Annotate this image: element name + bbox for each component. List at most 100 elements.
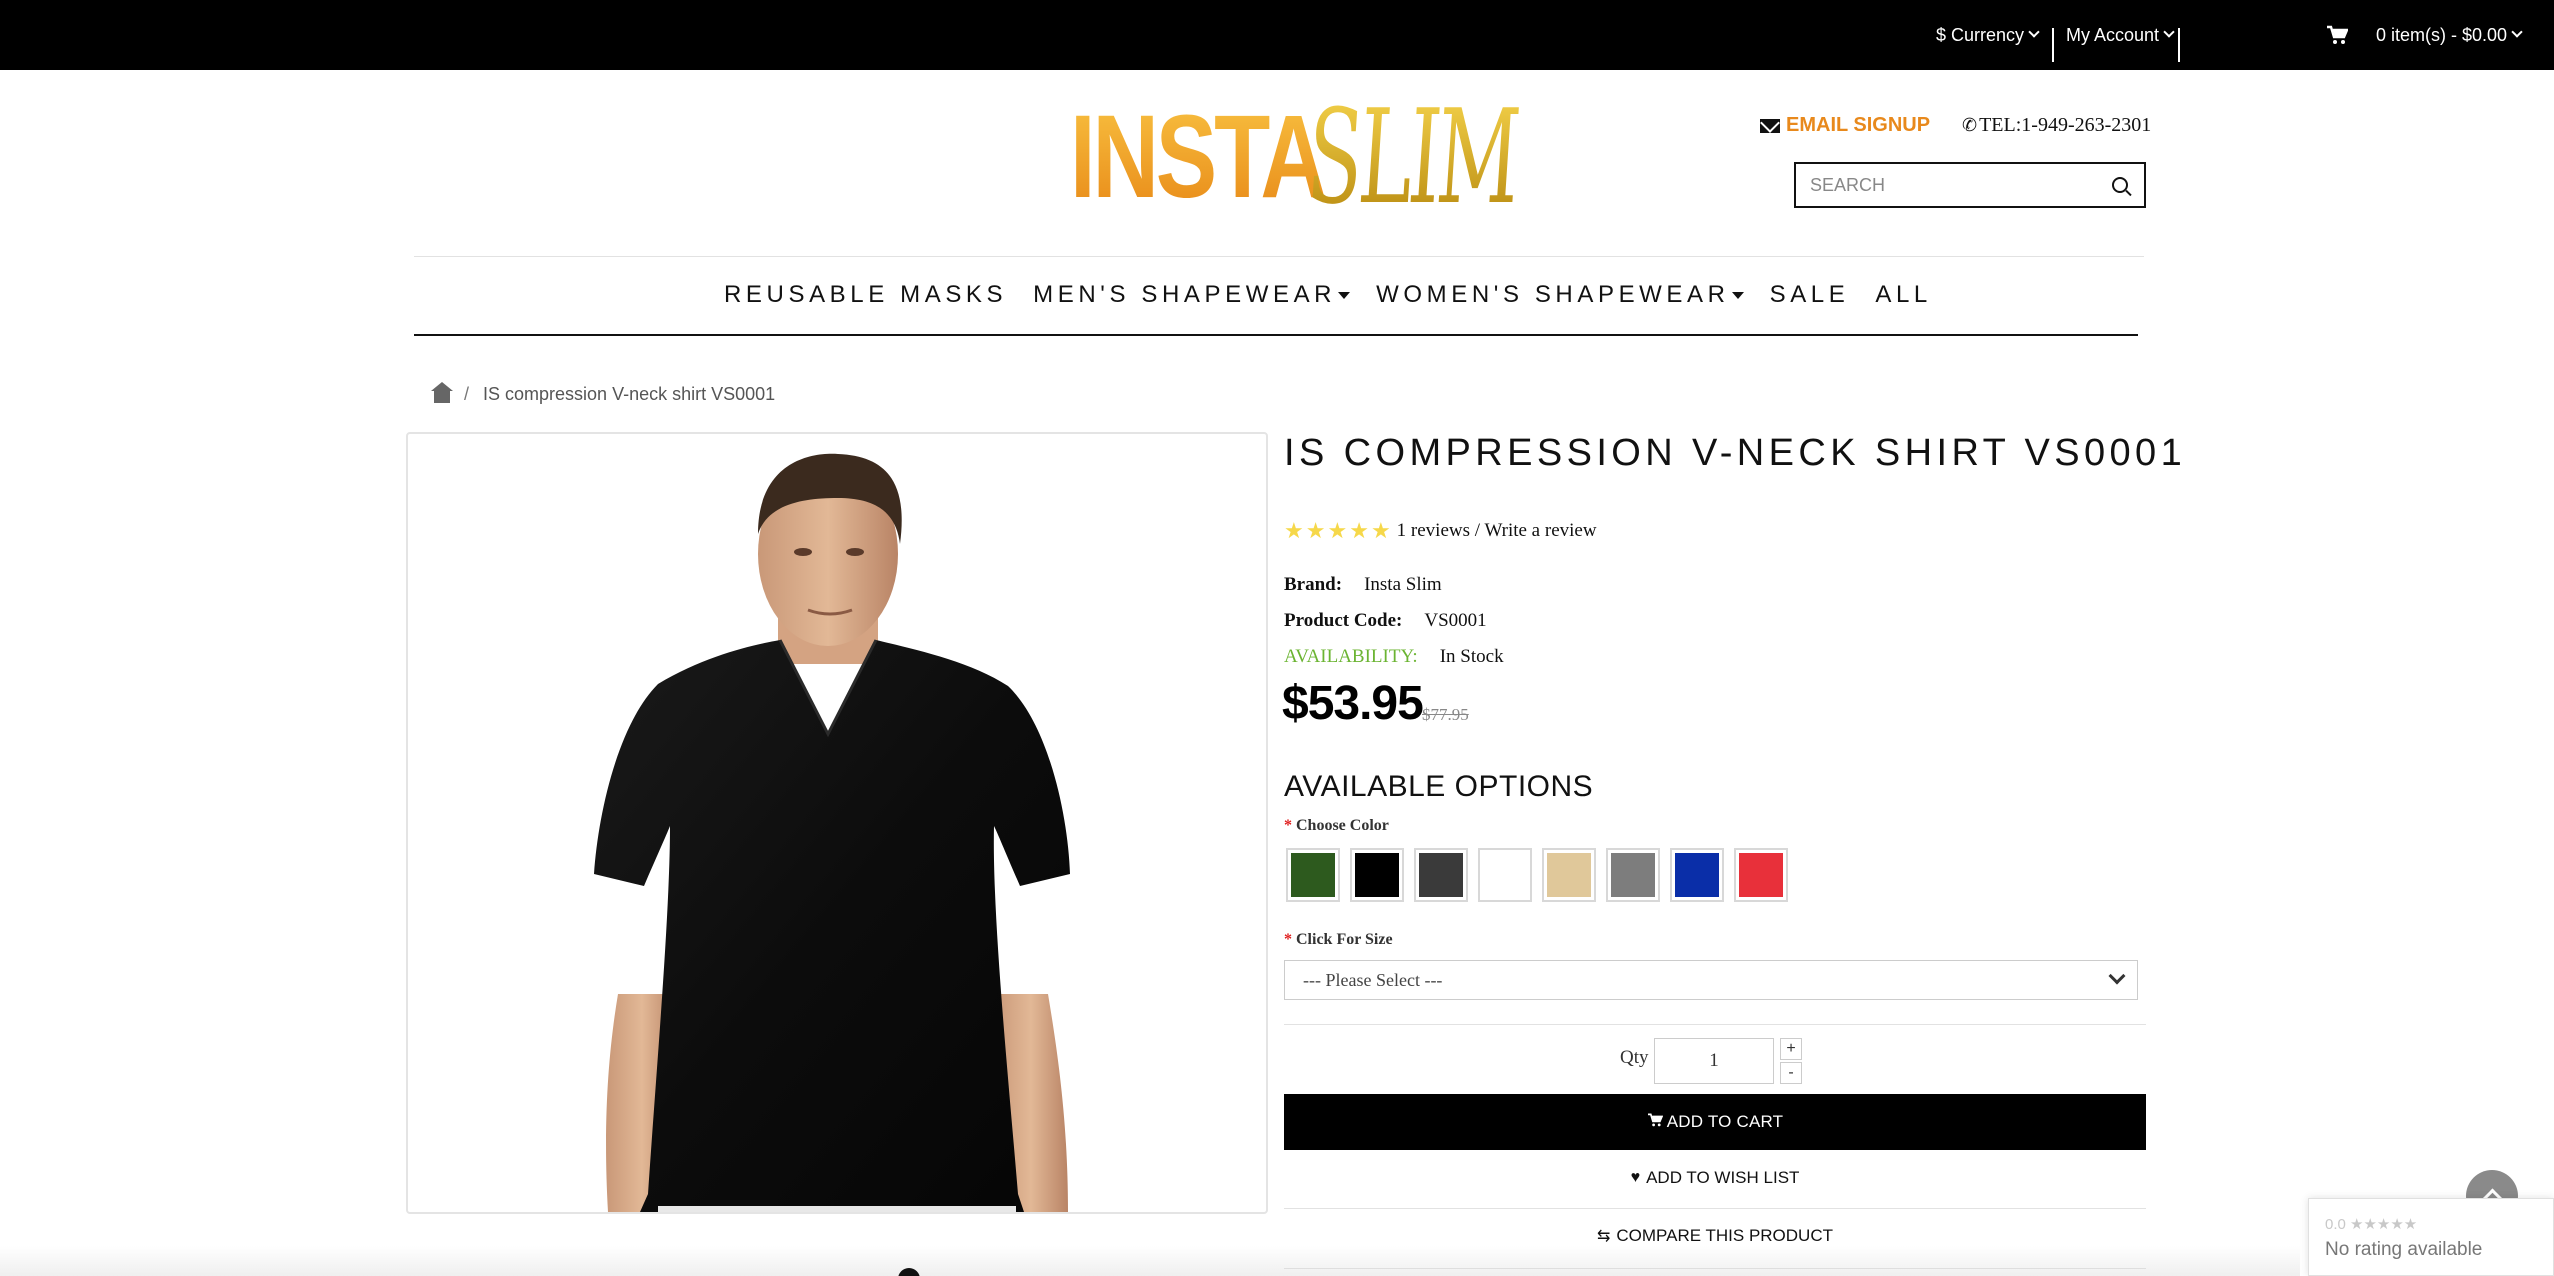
my-account-dropdown[interactable]: My Account xyxy=(2066,0,2175,70)
color-label: Choose Color xyxy=(1296,817,1389,834)
search-box xyxy=(1794,162,2146,208)
logo-word-slim: SLIM xyxy=(1302,81,1521,233)
star-icon: ★ xyxy=(1327,518,1348,543)
required-mark: * xyxy=(1284,817,1292,834)
color-swatch[interactable] xyxy=(1542,848,1596,902)
color-swatch-fill xyxy=(1355,853,1399,897)
currency-label: $ Currency xyxy=(1936,24,2025,45)
divider xyxy=(1284,1024,2146,1025)
cart-icon xyxy=(1647,1113,1664,1132)
envelope-icon xyxy=(1760,118,1780,133)
add-to-cart-label: ADD TO CART xyxy=(1666,1112,1784,1131)
color-swatch-fill xyxy=(1291,853,1335,897)
color-swatch[interactable] xyxy=(1670,848,1724,902)
nav-label: WOMEN'S SHAPEWEAR xyxy=(1376,281,1730,308)
email-signup-label: EMAIL SIGNUP xyxy=(1786,114,1931,136)
breadcrumb-current[interactable]: IS compression V-neck shirt VS0001 xyxy=(483,384,775,405)
color-swatch[interactable] xyxy=(1478,848,1532,902)
breadcrumb-separator: / xyxy=(464,384,470,404)
reviews-link[interactable]: 1 reviews / Write a review xyxy=(1397,520,1597,542)
nav-label: SALE xyxy=(1769,281,1850,308)
email-signup-link[interactable]: EMAIL SIGNUP xyxy=(1760,114,1930,137)
nav-label: MEN'S SHAPEWEAR xyxy=(1033,281,1337,308)
chevron-down-icon xyxy=(2511,26,2523,38)
phone-icon: ✆ xyxy=(1962,115,1978,135)
chevron-down-icon xyxy=(2028,26,2040,38)
nav-item-mens-shapewear[interactable]: MEN'S SHAPEWEAR xyxy=(1033,281,1351,309)
product-title: IS COMPRESSION V-NECK SHIRT VS0001 xyxy=(1284,432,2187,474)
cart-icon[interactable] xyxy=(2326,0,2348,70)
availability-row: AVAILABILITY: In Stock xyxy=(1284,646,1504,668)
color-swatch[interactable] xyxy=(1734,848,1788,902)
divider xyxy=(1284,1208,2146,1209)
phone-label: TEL:1-949-263-2301 xyxy=(1979,114,2152,136)
qty-decrease-button[interactable]: - xyxy=(1780,1062,1802,1084)
product-code-row: Product Code: VS0001 xyxy=(1284,610,1487,632)
availability-value: In Stock xyxy=(1439,646,1504,667)
nav-item-sale[interactable]: SALE xyxy=(1770,281,1850,309)
star-icon: ★ xyxy=(1305,518,1326,543)
site-logo[interactable]: INSTA SLIM xyxy=(1070,81,1521,233)
add-to-wishlist-button[interactable]: ♥ ADD TO WISH LIST xyxy=(1284,1164,2146,1192)
brand-value[interactable]: Insta Slim xyxy=(1364,574,1442,596)
quantity-input[interactable]: 1 xyxy=(1654,1038,1774,1084)
product-code-value: VS0001 xyxy=(1424,610,1487,631)
no-rating-text: No rating available xyxy=(2325,1239,2483,1260)
search-icon[interactable] xyxy=(2112,177,2128,193)
brand-label: Brand: xyxy=(1284,574,1343,595)
price: $53.95 xyxy=(1282,677,1424,730)
search-input[interactable] xyxy=(1796,164,2112,206)
color-swatch[interactable] xyxy=(1414,848,1468,902)
nav-label: REUSABLE MASKS xyxy=(724,281,1008,308)
wishlist-label: ADD TO WISH LIST xyxy=(1646,1168,1800,1187)
color-swatch-fill xyxy=(1611,853,1655,897)
heart-icon: ♥ xyxy=(1630,1169,1641,1186)
color-swatches xyxy=(1286,848,1798,902)
divider xyxy=(414,334,2138,336)
qty-label: Qty xyxy=(1620,1047,1649,1068)
divider xyxy=(2178,28,2180,62)
home-icon[interactable] xyxy=(431,381,453,403)
color-swatch[interactable] xyxy=(1286,848,1340,902)
breadcrumb: / IS compression V-neck shirt VS0001 xyxy=(431,381,775,405)
size-label: Click For Size xyxy=(1296,931,1393,948)
product-image[interactable] xyxy=(406,432,1268,1214)
main-nav: REUSABLE MASKS MEN'S SHAPEWEAR WOMEN'S S… xyxy=(724,270,1958,320)
color-swatch[interactable] xyxy=(1350,848,1404,902)
color-swatch-fill xyxy=(1483,853,1527,897)
star-icon: ★ xyxy=(1370,518,1391,543)
chevron-down-icon xyxy=(2108,967,2126,985)
add-to-cart-button[interactable]: ADD TO CART xyxy=(1284,1094,2146,1150)
nav-item-womens-shapewear[interactable]: WOMEN'S SHAPEWEAR xyxy=(1376,281,1744,309)
color-swatch-fill xyxy=(1419,853,1463,897)
required-mark: * xyxy=(1284,931,1292,948)
bottom-shade xyxy=(0,1246,2300,1276)
size-selected-value: --- Please Select --- xyxy=(1303,969,1443,990)
color-swatch-fill xyxy=(1739,853,1783,897)
cart-summary-label: 0 item(s) - $0.00 xyxy=(2376,24,2508,45)
nav-item-reusable-masks[interactable]: REUSABLE MASKS xyxy=(724,281,1007,309)
rating-score: 0.0 ★★★★★ xyxy=(2325,1216,2418,1233)
divider xyxy=(414,256,2144,257)
chevron-down-icon xyxy=(2163,26,2175,38)
availability-label: AVAILABILITY: xyxy=(1284,646,1418,667)
logo-word-insta: INSTA xyxy=(1070,91,1327,223)
cart-summary-dropdown[interactable]: 0 item(s) - $0.00 xyxy=(2376,0,2523,70)
size-option-label: * Click For Size xyxy=(1284,931,1393,949)
options-heading: AVAILABLE OPTIONS xyxy=(1284,770,1594,803)
google-rating-badge[interactable]: 0.0 ★★★★★ No rating available xyxy=(2308,1198,2554,1276)
caret-down-icon xyxy=(1338,291,1351,299)
qty-increase-button[interactable]: + xyxy=(1780,1038,1802,1060)
color-swatch-fill xyxy=(1675,853,1719,897)
phone-number: ✆ TEL:1-949-263-2301 xyxy=(1962,114,2151,137)
color-swatch[interactable] xyxy=(1606,848,1660,902)
star-icon: ★ xyxy=(1284,518,1304,543)
size-select[interactable]: --- Please Select --- xyxy=(1284,960,2138,1000)
top-bar: $ Currency My Account 0 item(s) - $0.00 xyxy=(0,0,2554,70)
compare-arrows-icon: ⇆ xyxy=(1596,1228,1611,1245)
nav-item-all[interactable]: ALL xyxy=(1875,281,1932,309)
currency-dropdown[interactable]: $ Currency xyxy=(1936,0,2040,70)
old-price: $77.95 xyxy=(1422,705,1469,724)
star-icon: ★ xyxy=(1349,518,1369,543)
account-label: My Account xyxy=(2066,24,2160,45)
